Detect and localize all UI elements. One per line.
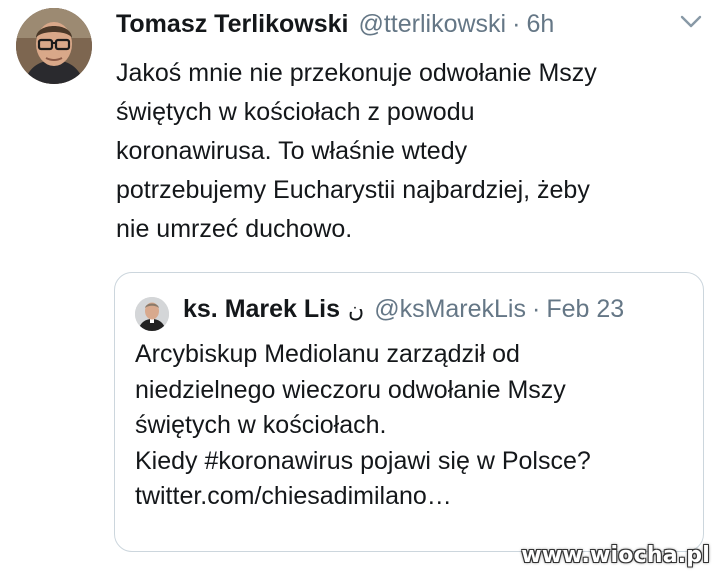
tweet-text-line: nie umrzeć duchowo. xyxy=(116,215,353,243)
tweet-text-line: potrzebujemy Eucharystii najbardziej, że… xyxy=(116,176,590,204)
quoted-tweet-text: Arcybiskup Mediolanu zarządził od niedzi… xyxy=(135,337,695,515)
tweet-text-line: Jakoś mnie nie przekonuje odwołanie Mszy xyxy=(116,59,597,87)
quoted-tweet-header: ks. Marek Lis ن @ksMarekLis · Feb 23 xyxy=(183,295,691,331)
watermark: www.wiocha.pl xyxy=(521,543,710,568)
quoted-text-line: Arcybiskup Mediolanu zarządził od xyxy=(135,340,520,368)
quoted-tweet-link[interactable]: twitter.com/chiesadimilano… xyxy=(135,479,695,515)
quoted-author-handle[interactable]: @ksMarekLis xyxy=(374,295,526,324)
header-separator: · xyxy=(512,10,521,38)
author-avatar-image xyxy=(16,8,92,84)
quoted-text-line: niedzielnego wieczoru odwołanie Mszy xyxy=(135,375,566,404)
quoted-tweet-timestamp[interactable]: Feb 23 xyxy=(546,295,624,324)
quoted-text-line: świętych w kościołach. xyxy=(135,411,387,439)
tweet-header: Tomasz Terlikowski @tterlikowski · 6h xyxy=(116,10,704,46)
author-avatar[interactable] xyxy=(16,8,92,84)
quoted-header-separator: · xyxy=(531,295,541,323)
quoted-author-name[interactable]: ks. Marek Lis xyxy=(183,295,340,324)
tweet-timestamp[interactable]: 6h xyxy=(526,10,554,39)
quoted-text-line[interactable]: Kiedy #koronawirus pojawi się w Polsce? xyxy=(135,444,695,480)
quoted-author-avatar-image xyxy=(135,297,169,331)
quoted-tweet[interactable]: ks. Marek Lis ن @ksMarekLis · Feb 23 Arc… xyxy=(114,272,704,552)
author-name[interactable]: Tomasz Terlikowski xyxy=(116,10,348,39)
tweet-text-line: świętych w kościołach z powodu xyxy=(116,98,475,126)
tweet-text: Jakoś mnie nie przekonuje odwołanie Mszy… xyxy=(116,54,696,249)
chevron-down-icon[interactable] xyxy=(680,14,702,30)
tweet-text-line: koronawirusa. To właśnie wtedy xyxy=(116,137,468,165)
quoted-author-name-glyph: ن xyxy=(348,297,365,322)
quoted-author-avatar[interactable] xyxy=(135,297,169,331)
author-handle[interactable]: @tterlikowski xyxy=(358,10,506,39)
tweet[interactable]: Tomasz Terlikowski @tterlikowski · 6h Ja… xyxy=(0,0,724,574)
